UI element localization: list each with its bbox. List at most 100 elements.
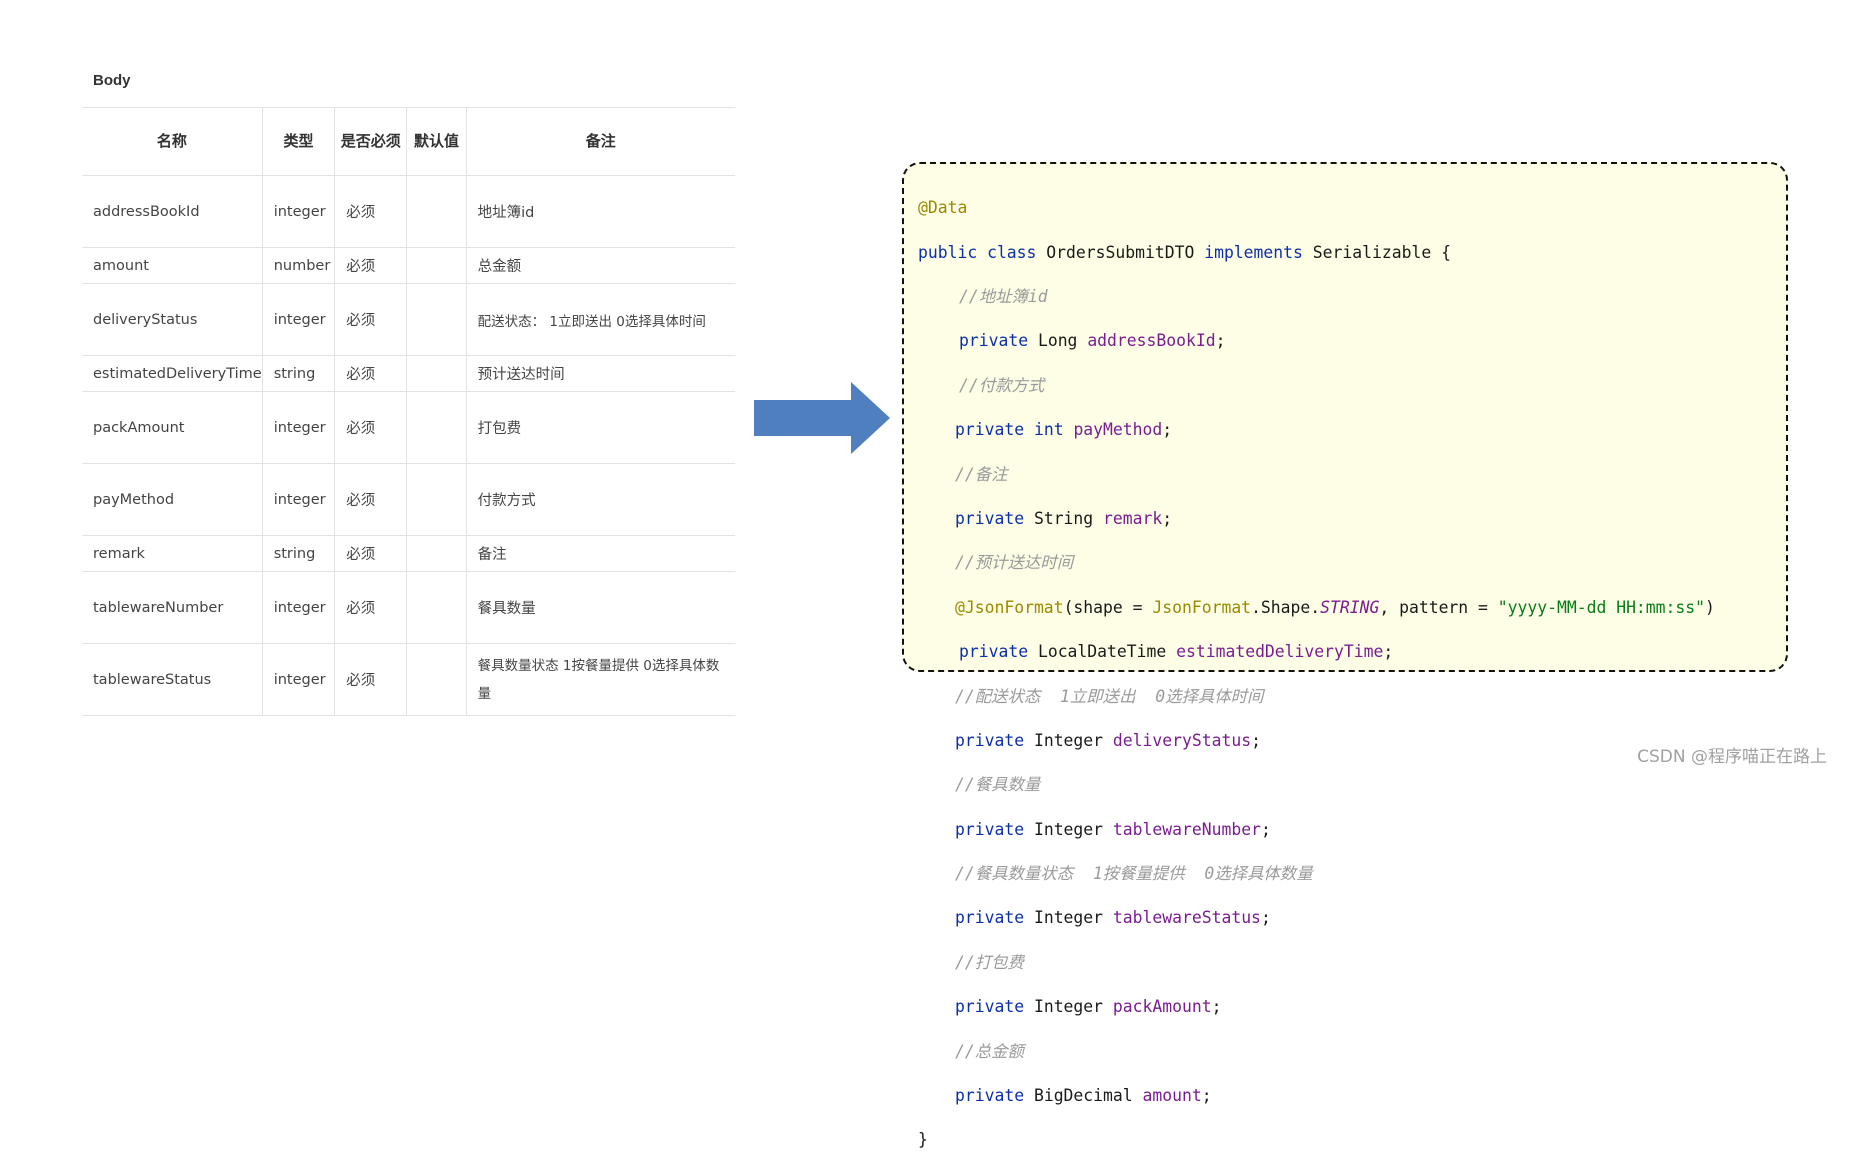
cell-type: string bbox=[261, 355, 335, 392]
semicolon: ; bbox=[1201, 1086, 1212, 1106]
semicolon: ; bbox=[1215, 331, 1226, 351]
private-keyword: private bbox=[955, 997, 1025, 1017]
code-line: //打包费 bbox=[918, 952, 1715, 974]
code-line: //总金额 bbox=[918, 1041, 1715, 1063]
table-row: addressBookId integer 必须 地址簿id bbox=[82, 175, 735, 248]
cell-required: 必须 bbox=[334, 391, 407, 464]
semicolon: ; bbox=[1260, 819, 1271, 839]
column-header-required: 是否必须 bbox=[334, 107, 407, 176]
private-keyword: private bbox=[955, 1086, 1025, 1106]
code-block: @Data public class OrdersSubmitDTO imple… bbox=[918, 175, 1715, 1174]
table-row: amount number 必须 总金额 bbox=[82, 247, 735, 284]
comment: //备注 bbox=[955, 464, 1008, 484]
table-row: remark string 必须 备注 bbox=[82, 535, 735, 572]
field-name: payMethod bbox=[1073, 420, 1163, 440]
cell-name: packAmount bbox=[82, 391, 263, 464]
code-line: private Integer tablewareStatus; bbox=[918, 907, 1715, 929]
table-header-row: 名称 类型 是否必须 默认值 备注 bbox=[82, 107, 735, 176]
json-format-pattern-value: "yyyy-MM-dd HH:mm:ss" bbox=[1497, 597, 1706, 617]
semicolon: ; bbox=[1162, 508, 1173, 528]
implements-keyword: implements bbox=[1204, 242, 1303, 262]
field-name: amount bbox=[1142, 1086, 1202, 1106]
code-line: private Integer packAmount; bbox=[918, 996, 1715, 1018]
code-line: //预计送达时间 bbox=[918, 552, 1715, 574]
cell-type: string bbox=[261, 535, 335, 572]
cell-remark: 付款方式 bbox=[465, 463, 735, 536]
code-line: @JsonFormat(shape = JsonFormat.Shape.STR… bbox=[918, 597, 1715, 619]
cell-type: number bbox=[261, 247, 335, 284]
type-name: Long bbox=[1037, 331, 1078, 351]
class-name: OrdersSubmitDTO bbox=[1046, 242, 1195, 262]
table-row: tablewareStatus integer 必须 餐具数量状态 1按餐量提供… bbox=[82, 643, 735, 716]
semicolon: ; bbox=[1260, 908, 1271, 928]
cell-required: 必须 bbox=[334, 355, 407, 392]
open-brace: { bbox=[1441, 242, 1451, 262]
field-name: tablewareStatus bbox=[1112, 908, 1261, 928]
class-keywords: public class bbox=[918, 242, 1037, 262]
code-line: //备注 bbox=[918, 464, 1715, 486]
semicolon: ; bbox=[1383, 642, 1394, 662]
private-keyword: private bbox=[955, 819, 1025, 839]
code-line: //付款方式 bbox=[918, 375, 1715, 397]
json-format-close: ) bbox=[1705, 597, 1715, 617]
type-name: String bbox=[1033, 508, 1094, 528]
semicolon: ; bbox=[1211, 997, 1222, 1017]
private-keyword: private bbox=[955, 908, 1025, 928]
table-row: packAmount integer 必须 打包费 bbox=[82, 391, 735, 464]
cell-name: remark bbox=[82, 535, 263, 572]
private-keyword: private bbox=[955, 508, 1025, 528]
code-line: //地址簿id bbox=[918, 286, 1715, 308]
cell-remark: 打包费 bbox=[465, 391, 735, 464]
code-line: //配送状态 1立即送出 0选择具体时间 bbox=[918, 686, 1715, 708]
code-line: //餐具数量状态 1按餐量提供 0选择具体数量 bbox=[918, 863, 1715, 885]
cell-type: integer bbox=[261, 643, 335, 716]
private-keyword: private bbox=[955, 730, 1025, 750]
comment: //餐具数量 bbox=[955, 775, 1041, 795]
type-name: BigDecimal bbox=[1033, 1086, 1133, 1106]
cell-remark: 餐具数量状态 1按餐量提供 0选择具体数量 bbox=[465, 643, 735, 716]
field-name: tablewareNumber bbox=[1112, 819, 1261, 839]
field-name: deliveryStatus bbox=[1112, 730, 1252, 750]
field-name: estimatedDeliveryTime bbox=[1176, 642, 1384, 662]
cell-name: deliveryStatus bbox=[82, 283, 263, 356]
json-format-open: (shape = bbox=[1063, 597, 1153, 617]
data-annotation: @Data bbox=[918, 198, 968, 218]
cell-remark: 备注 bbox=[465, 535, 735, 572]
int-keyword: int bbox=[1033, 420, 1064, 440]
json-format-annotation: @JsonFormat bbox=[955, 597, 1064, 617]
json-format-constant: STRING bbox=[1320, 597, 1380, 617]
section-title: Body bbox=[93, 72, 131, 89]
cell-remark: 总金额 bbox=[465, 247, 735, 284]
cell-default bbox=[406, 283, 467, 356]
comment: //总金额 bbox=[955, 1041, 1024, 1061]
cell-type: integer bbox=[261, 391, 335, 464]
private-keyword: private bbox=[955, 420, 1025, 440]
code-line: } bbox=[918, 1129, 1715, 1151]
code-line: public class OrdersSubmitDTO implements … bbox=[918, 242, 1715, 264]
type-name: Integer bbox=[1033, 819, 1104, 839]
cell-required: 必须 bbox=[334, 283, 407, 356]
field-name: addressBookId bbox=[1087, 331, 1216, 351]
table-row: deliveryStatus integer 必须 配送状态： 1立即送出 0选… bbox=[82, 283, 735, 356]
column-header-name: 名称 bbox=[82, 107, 263, 176]
field-name: packAmount bbox=[1112, 997, 1212, 1017]
cell-remark: 地址簿id bbox=[465, 175, 735, 248]
type-name: Integer bbox=[1033, 908, 1104, 928]
code-line: private Long addressBookId; bbox=[918, 330, 1715, 352]
cell-remark: 预计送达时间 bbox=[465, 355, 735, 392]
type-name: Integer bbox=[1033, 997, 1104, 1017]
comment: //地址簿id bbox=[959, 286, 1048, 306]
cell-remark: 配送状态： 1立即送出 0选择具体时间 bbox=[465, 283, 735, 356]
semicolon: ; bbox=[1162, 420, 1173, 440]
code-line: @Data bbox=[918, 197, 1715, 219]
code-line: private String remark; bbox=[918, 508, 1715, 530]
cell-required: 必须 bbox=[334, 463, 407, 536]
type-name: Integer bbox=[1033, 730, 1104, 750]
cell-default bbox=[406, 175, 467, 248]
column-header-remark: 备注 bbox=[465, 107, 735, 176]
cell-type: integer bbox=[261, 463, 335, 536]
cell-required: 必须 bbox=[334, 175, 407, 248]
semicolon: ; bbox=[1251, 730, 1261, 750]
field-name: remark bbox=[1103, 508, 1163, 528]
code-line: //餐具数量 bbox=[918, 774, 1715, 796]
